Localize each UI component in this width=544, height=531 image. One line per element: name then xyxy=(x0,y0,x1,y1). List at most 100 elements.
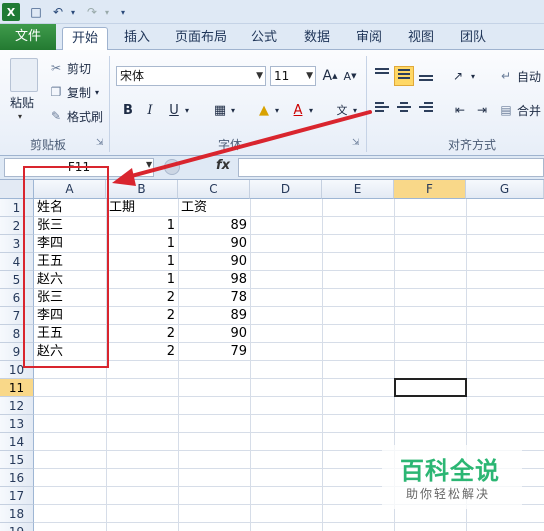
column-header-e[interactable]: E xyxy=(322,180,394,199)
font-size-combo[interactable]: 11 ▼ xyxy=(270,66,316,86)
copy-button[interactable]: ❐ 复制 ▾ xyxy=(48,82,99,102)
orientation-icon[interactable]: ↗ xyxy=(448,66,468,86)
redo-dropdown-icon[interactable]: ▾ xyxy=(102,3,112,21)
border-dropdown-icon[interactable]: ▾ xyxy=(228,100,238,120)
font-launcher-icon[interactable]: ⇲ xyxy=(352,138,360,148)
name-box-dropdown-icon[interactable]: ▼ xyxy=(146,160,152,169)
fill-color-dropdown-icon[interactable]: ▾ xyxy=(272,100,282,120)
row-header-selected[interactable]: 11 xyxy=(0,379,34,397)
gridline xyxy=(34,378,544,379)
row-header[interactable]: 19 xyxy=(0,523,34,531)
merge-icon: ▤ xyxy=(500,103,512,117)
wrap-text-label: 自动 xyxy=(517,69,542,84)
row-header[interactable]: 12 xyxy=(0,397,34,415)
cell-b1[interactable]: 工期 xyxy=(109,199,135,217)
group-divider xyxy=(109,56,110,152)
cell-c7[interactable]: 89 xyxy=(178,307,247,325)
cell-c2[interactable]: 89 xyxy=(178,217,247,235)
tab-view[interactable]: 视图 xyxy=(400,27,442,50)
font-color-dropdown-icon[interactable]: ▾ xyxy=(306,100,316,120)
clipboard-launcher-icon[interactable]: ⇲ xyxy=(96,138,104,148)
decrease-indent-icon[interactable]: ⇤ xyxy=(450,100,470,120)
cell-c3[interactable]: 90 xyxy=(178,235,247,253)
border-icon[interactable]: ▦ xyxy=(210,100,230,120)
phonetic-guide-icon[interactable]: 文 xyxy=(332,100,352,120)
cell-b2[interactable]: 1 xyxy=(106,217,175,235)
format-painter-label: 格式刷 xyxy=(67,109,104,124)
tab-formulas[interactable]: 公式 xyxy=(244,27,284,50)
italic-button[interactable]: I xyxy=(140,100,160,120)
bold-button[interactable]: B xyxy=(118,100,138,120)
paste-dropdown-icon[interactable]: ▾ xyxy=(18,112,22,121)
cell-c8[interactable]: 90 xyxy=(178,325,247,343)
row-header[interactable]: 16 xyxy=(0,469,34,487)
column-header-c[interactable]: C xyxy=(178,180,250,199)
cell-c1[interactable]: 工资 xyxy=(181,199,207,217)
cell-c6[interactable]: 78 xyxy=(178,289,247,307)
tab-data[interactable]: 数据 xyxy=(296,27,338,50)
customize-qat-icon[interactable]: ▾ xyxy=(118,3,128,21)
cell-b8[interactable]: 2 xyxy=(106,325,175,343)
align-center-button[interactable] xyxy=(394,100,414,120)
row-header[interactable]: 17 xyxy=(0,487,34,505)
grow-font-button[interactable]: A ▲ xyxy=(320,66,340,86)
expand-handle-icon[interactable] xyxy=(164,159,180,175)
wrap-text-button[interactable]: ↵ 自动 xyxy=(498,66,541,86)
align-middle-button[interactable] xyxy=(394,66,414,86)
cell-b5[interactable]: 1 xyxy=(106,271,175,289)
cell-c4[interactable]: 90 xyxy=(178,253,247,271)
underline-button[interactable]: U xyxy=(164,100,184,120)
cell-b4[interactable]: 1 xyxy=(106,253,175,271)
group-divider xyxy=(366,56,367,152)
orientation-dropdown-icon[interactable]: ▾ xyxy=(468,66,478,86)
tab-home[interactable]: 开始 xyxy=(62,27,108,50)
column-header-b[interactable]: B xyxy=(106,180,178,199)
tab-team[interactable]: 团队 xyxy=(452,27,494,50)
column-header-d[interactable]: D xyxy=(250,180,322,199)
row-header[interactable]: 13 xyxy=(0,415,34,433)
alignment-group-label: 对齐方式 xyxy=(448,138,497,152)
tab-insert[interactable]: 插入 xyxy=(116,27,158,50)
save-icon[interactable]: □ xyxy=(28,3,44,21)
formula-input[interactable] xyxy=(238,158,544,177)
watermark-subtitle: 助你轻松解决 xyxy=(406,487,491,501)
column-header-f[interactable]: F xyxy=(394,180,466,199)
insert-function-icon[interactable]: fx xyxy=(216,158,230,173)
undo-icon[interactable]: ↶ xyxy=(50,3,66,21)
column-header-g[interactable]: G xyxy=(466,180,544,199)
tab-file[interactable]: 文件 xyxy=(0,24,56,50)
redo-icon[interactable]: ↷ xyxy=(84,3,100,21)
cut-button[interactable]: ✂ 剪切 xyxy=(48,58,91,78)
undo-dropdown-icon[interactable]: ▾ xyxy=(68,3,78,21)
increase-indent-icon[interactable]: ⇥ xyxy=(472,100,492,120)
cell-c9[interactable]: 79 xyxy=(178,343,247,361)
copy-icon: ❐ xyxy=(50,85,62,99)
cell-c5[interactable]: 98 xyxy=(178,271,247,289)
align-bottom-button[interactable] xyxy=(416,66,436,86)
row-header[interactable]: 18 xyxy=(0,505,34,523)
tab-page-layout[interactable]: 页面布局 xyxy=(170,27,232,50)
phonetic-dropdown-icon[interactable]: ▾ xyxy=(350,100,360,120)
align-left-button[interactable] xyxy=(372,100,392,120)
align-top-button[interactable] xyxy=(372,66,392,86)
cell-b3[interactable]: 1 xyxy=(106,235,175,253)
font-color-icon[interactable]: A xyxy=(288,100,308,120)
shrink-font-button[interactable]: A ▼ xyxy=(340,66,360,86)
active-cell-f11[interactable] xyxy=(394,378,467,397)
merge-center-button[interactable]: ▤ 合并 xyxy=(498,100,541,120)
paste-button[interactable]: 粘贴 xyxy=(10,94,34,111)
tab-review[interactable]: 审阅 xyxy=(348,27,390,50)
format-painter-button[interactable]: ✎ 格式刷 xyxy=(48,106,103,126)
cell-b7[interactable]: 2 xyxy=(106,307,175,325)
fill-color-icon[interactable]: ▲ xyxy=(254,100,274,120)
row-header[interactable]: 14 xyxy=(0,433,34,451)
quick-access-toolbar: X □ ↶ ▾ ↷ ▾ ▾ xyxy=(0,0,544,24)
cell-b6[interactable]: 2 xyxy=(106,289,175,307)
cell-b9[interactable]: 2 xyxy=(106,343,175,361)
font-name-combo[interactable]: 宋体 ▼ xyxy=(116,66,266,86)
paste-icon[interactable] xyxy=(10,58,38,92)
copy-dropdown-icon[interactable]: ▾ xyxy=(95,88,99,97)
underline-dropdown-icon[interactable]: ▾ xyxy=(182,100,192,120)
align-right-button[interactable] xyxy=(416,100,436,120)
row-header[interactable]: 15 xyxy=(0,451,34,469)
